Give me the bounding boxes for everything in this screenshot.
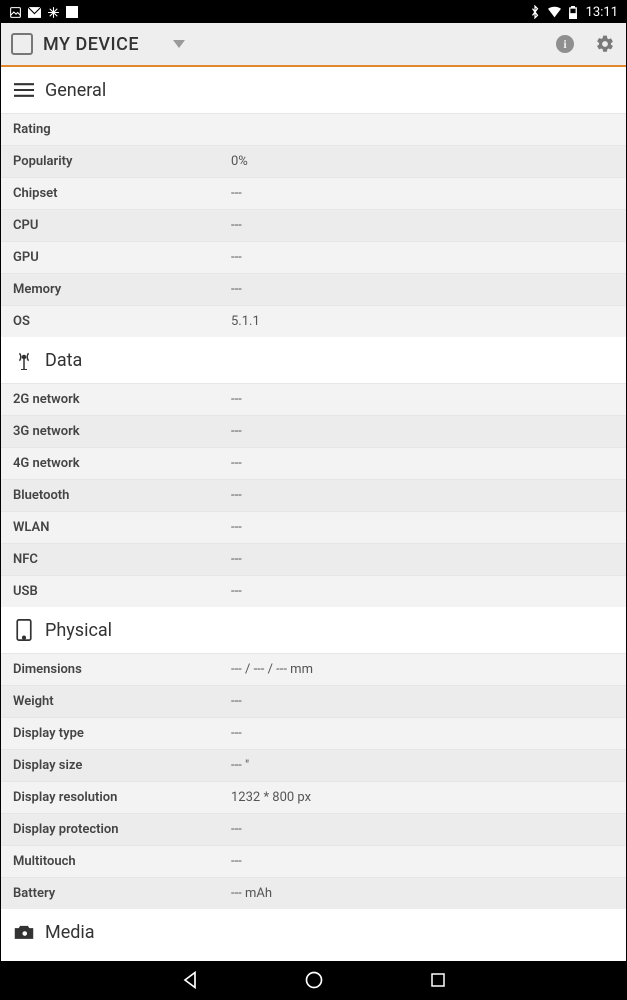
bluetooth-icon — [529, 6, 542, 19]
row-value: --- mAh — [231, 886, 626, 901]
navigation-bar — [1, 961, 626, 999]
table-row[interactable]: Display protection--- — [1, 813, 626, 845]
row-label: Display size — [1, 758, 231, 773]
table-row[interactable]: Weight--- — [1, 685, 626, 717]
row-label: Battery — [1, 886, 231, 901]
back-button[interactable] — [178, 968, 202, 992]
picture-icon — [9, 6, 22, 19]
row-label: Display resolution — [1, 790, 231, 805]
row-label: 3G network — [1, 424, 231, 439]
status-bar: 13:11 — [1, 1, 626, 23]
battery-icon — [567, 6, 580, 19]
row-label: USB — [1, 584, 231, 599]
row-value: --- — [231, 726, 626, 741]
row-value: --- — [231, 282, 626, 297]
phone-icon — [13, 619, 35, 641]
row-value: --- — [231, 854, 626, 869]
row-value: --- — [231, 552, 626, 567]
section-title: General — [45, 80, 106, 101]
row-value: --- — [231, 250, 626, 265]
antenna-icon — [13, 349, 35, 371]
row-label: Display type — [1, 726, 231, 741]
row-label: Multitouch — [1, 854, 231, 869]
action-bar: MY DEVICE i — [1, 23, 626, 67]
table-row[interactable]: GPU--- — [1, 241, 626, 273]
row-value: --- — [231, 584, 626, 599]
table-row[interactable]: OS5.1.1 — [1, 305, 626, 337]
table-row[interactable]: Display resolution1232 * 800 px — [1, 781, 626, 813]
section-title: Physical — [45, 620, 112, 641]
section-header-physical: Physical — [1, 607, 626, 653]
row-label: Chipset — [1, 186, 231, 201]
table-row[interactable]: Display size--- " — [1, 749, 626, 781]
clock-text: 13:11 — [586, 5, 618, 20]
table-row[interactable]: USB--- — [1, 575, 626, 607]
home-button[interactable] — [302, 968, 326, 992]
row-label: Bluetooth — [1, 488, 231, 503]
table-row[interactable]: 3G network--- — [1, 415, 626, 447]
row-label: CPU — [1, 218, 231, 233]
dropdown-arrow-icon[interactable] — [173, 40, 185, 48]
camera-icon — [13, 921, 35, 943]
section-header-general: General — [1, 67, 626, 113]
row-label: 4G network — [1, 456, 231, 471]
table-row[interactable]: 2G network--- — [1, 383, 626, 415]
row-label: Rating — [1, 122, 231, 137]
wifi-icon — [548, 6, 561, 19]
section-header-media: Media — [1, 909, 626, 955]
row-value: 5.1.1 — [231, 314, 626, 329]
row-label: Memory — [1, 282, 231, 297]
row-label: Display protection — [1, 822, 231, 837]
row-value: --- " — [231, 758, 626, 773]
table-row[interactable]: Popularity0% — [1, 145, 626, 177]
table-row[interactable]: Rating — [1, 113, 626, 145]
mail-icon — [28, 6, 41, 19]
recents-button[interactable] — [426, 968, 450, 992]
menu-icon — [13, 79, 35, 101]
info-button[interactable]: i — [554, 33, 576, 55]
table-row[interactable]: Dimensions--- / --- / --- mm — [1, 653, 626, 685]
section-header-data: Data — [1, 337, 626, 383]
table-row[interactable]: Multitouch--- — [1, 845, 626, 877]
table-row[interactable]: WLAN--- — [1, 511, 626, 543]
table-row[interactable]: 4G network--- — [1, 447, 626, 479]
page-title: MY DEVICE — [43, 34, 139, 55]
content-scroll[interactable]: General RatingPopularity0%Chipset---CPU-… — [1, 67, 626, 961]
row-value: --- — [231, 424, 626, 439]
section-title: Media — [45, 922, 95, 943]
snowflake-icon — [47, 6, 60, 19]
table-row[interactable]: Memory--- — [1, 273, 626, 305]
row-value: --- — [231, 488, 626, 503]
row-label: Popularity — [1, 154, 231, 169]
row-label: WLAN — [1, 520, 231, 535]
table-row[interactable]: Display type--- — [1, 717, 626, 749]
row-label: Dimensions — [1, 662, 231, 677]
row-value: --- — [231, 392, 626, 407]
row-value: --- — [231, 186, 626, 201]
row-value: --- / --- / --- mm — [231, 662, 626, 677]
app-icon — [66, 6, 78, 18]
device-icon — [11, 33, 33, 55]
row-value: --- — [231, 456, 626, 471]
row-label: 2G network — [1, 392, 231, 407]
row-label: NFC — [1, 552, 231, 567]
row-label: Weight — [1, 694, 231, 709]
row-value: --- — [231, 694, 626, 709]
table-row[interactable]: Bluetooth--- — [1, 479, 626, 511]
table-row[interactable]: Battery--- mAh — [1, 877, 626, 909]
settings-button[interactable] — [594, 33, 616, 55]
table-row[interactable]: Chipset--- — [1, 177, 626, 209]
table-row[interactable]: NFC--- — [1, 543, 626, 575]
row-value: 0% — [231, 154, 626, 169]
row-label: OS — [1, 314, 231, 329]
row-label: GPU — [1, 250, 231, 265]
section-title: Data — [45, 350, 82, 371]
row-value: --- — [231, 822, 626, 837]
row-value: 1232 * 800 px — [231, 790, 626, 805]
table-row[interactable]: CPU--- — [1, 209, 626, 241]
row-value: --- — [231, 218, 626, 233]
row-value: --- — [231, 520, 626, 535]
